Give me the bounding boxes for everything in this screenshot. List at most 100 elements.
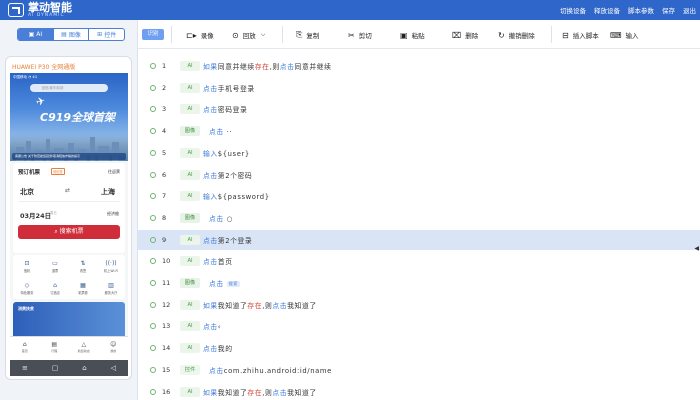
script-row[interactable]: 2 AI 点击手机号登录 bbox=[138, 78, 700, 98]
script-row[interactable]: 10 AI 点击首页 bbox=[138, 251, 700, 271]
grid-item-change[interactable]: ⇅ 改签 bbox=[69, 255, 97, 277]
row-status-icon[interactable] bbox=[150, 258, 156, 265]
app-hero-banner[interactable]: 中国移动 ◔ 4G 航班/城市/机场 ✈ C919全球首架 客服公告 关于防范航… bbox=[10, 73, 128, 161]
device-screen[interactable]: 中国移动 ◔ 4G 航班/城市/机场 ✈ C919全球首架 客服公告 关于防范航… bbox=[10, 73, 128, 356]
grid-item-coupon[interactable]: ▦ 机票券 bbox=[69, 277, 97, 299]
row-command[interactable]: 点击第2个密码 bbox=[203, 170, 252, 180]
insert-script-button[interactable]: ⊟ 插入脚本 bbox=[562, 29, 599, 41]
grid-item-refund[interactable]: ▭ 退票 bbox=[41, 255, 69, 277]
depart-date[interactable]: 03月24日 bbox=[20, 210, 51, 220]
tab-widget[interactable]: ⊞ 控件 bbox=[89, 29, 124, 40]
script-params-link[interactable]: 脚本参数 bbox=[628, 5, 654, 15]
release-device-link[interactable]: 释放设备 bbox=[594, 5, 620, 15]
row-status-icon[interactable] bbox=[150, 345, 156, 352]
cabin-class[interactable]: 经济舱 bbox=[107, 211, 119, 217]
bottom-nav-home[interactable]: ⌂ 首页 bbox=[10, 337, 40, 356]
command-argument: com.zhihu.android:id/name bbox=[223, 366, 332, 375]
row-type-badge: 图像 bbox=[180, 212, 200, 223]
paste-button[interactable]: ▣ 粘贴 bbox=[400, 29, 425, 41]
row-status-icon[interactable] bbox=[150, 106, 156, 113]
image-icon: ▤ bbox=[61, 31, 67, 38]
row-command[interactable]: 点击 ·· bbox=[203, 126, 232, 136]
replay-button[interactable]: ⊙ 回放 ⌵ bbox=[232, 29, 265, 41]
script-row[interactable]: 4 图像 点击 ·· bbox=[138, 121, 700, 141]
tab-ai[interactable]: ▣ AI bbox=[18, 29, 54, 40]
script-row[interactable]: 13 AI 点击‹ bbox=[138, 316, 700, 336]
copy-button[interactable]: ⎘ 复制 bbox=[296, 29, 319, 41]
to-city[interactable]: 上海 bbox=[101, 187, 115, 197]
row-status-icon[interactable] bbox=[150, 84, 156, 91]
row-command[interactable]: 输入${user} bbox=[203, 148, 250, 158]
switch-device-link[interactable]: 切换设备 bbox=[560, 5, 586, 15]
phone-search-bar[interactable]: 航班/城市/机场 bbox=[30, 84, 108, 92]
row-command[interactable]: 如果我知道了存在,则点击我知道了 bbox=[203, 387, 317, 397]
round-trip-option[interactable]: 往返票 bbox=[108, 169, 120, 175]
script-row[interactable]: 5 AI 输入${user} bbox=[138, 143, 700, 163]
booking-badge: 领优惠 bbox=[51, 168, 65, 175]
row-status-icon[interactable] bbox=[150, 301, 156, 308]
row-status-icon[interactable] bbox=[150, 171, 156, 178]
row-status-icon[interactable] bbox=[150, 388, 156, 395]
collapse-caret-icon[interactable]: ◀ bbox=[694, 245, 699, 252]
bottom-nav-flight[interactable]: △ 航班动态 bbox=[69, 337, 99, 356]
save-link[interactable]: 保存 bbox=[662, 5, 675, 15]
exit-link[interactable]: 退出 bbox=[683, 5, 696, 15]
row-command[interactable]: 如果同意并继续存在,则点击同意并继续 bbox=[203, 61, 332, 71]
row-status-icon[interactable] bbox=[150, 323, 156, 330]
from-city[interactable]: 北京 bbox=[20, 187, 34, 197]
row-command[interactable]: 如果我知道了存在,则点击我知道了 bbox=[203, 300, 317, 310]
row-command[interactable]: 点击手机号登录 bbox=[203, 83, 255, 93]
cut-button[interactable]: ✂ 剪切 bbox=[348, 29, 372, 41]
row-command[interactable]: 点击我的 bbox=[203, 343, 233, 353]
script-row[interactable]: 9 AI 点击第2个登录 bbox=[138, 229, 700, 250]
command-argument: 手机号登录 bbox=[217, 84, 255, 93]
record-video-button[interactable]: ⊏▸ 录像 bbox=[186, 29, 214, 41]
row-command[interactable]: 点击‹ bbox=[203, 321, 221, 331]
row-status-icon[interactable] bbox=[150, 128, 156, 135]
row-status-icon[interactable] bbox=[150, 63, 156, 69]
row-command[interactable]: 输入${password} bbox=[203, 191, 270, 201]
script-row[interactable]: 11 图像 点击 搜索 bbox=[138, 273, 700, 293]
back-icon[interactable]: ◁ bbox=[111, 364, 116, 372]
script-row[interactable]: 14 AI 点击我的 bbox=[138, 338, 700, 358]
row-command[interactable]: 点击 ○ bbox=[203, 213, 233, 223]
row-status-icon[interactable] bbox=[150, 366, 156, 373]
script-row[interactable]: 7 AI 输入${password} bbox=[138, 186, 700, 206]
undo-delete-button[interactable]: ↻ 撤销删除 bbox=[498, 29, 535, 41]
row-command[interactable]: 点击第2个登录 bbox=[203, 235, 252, 245]
search-flights-button[interactable]: ⌕ 搜索机票 bbox=[18, 225, 120, 239]
row-status-icon[interactable] bbox=[150, 280, 156, 286]
script-row[interactable]: 1 AI 如果同意并继续存在,则点击同意并继续 bbox=[138, 56, 700, 76]
row-command[interactable]: 点击com.zhihu.android:id/name bbox=[203, 365, 332, 375]
recent-apps-icon[interactable]: ▢ bbox=[52, 364, 59, 372]
home-button-icon[interactable]: ⌂ bbox=[82, 364, 86, 372]
row-status-icon[interactable] bbox=[150, 236, 156, 243]
notice-bar[interactable]: 客服公告 关于防范航班延误/取消短信诈骗的提示 bbox=[12, 153, 126, 160]
script-row[interactable]: 3 AI 点击密码登录 bbox=[138, 99, 700, 119]
script-row[interactable]: 8 图像 点击 ○ bbox=[138, 208, 700, 228]
script-row[interactable]: 16 AI 如果我知道了存在,则点击我知道了 bbox=[138, 382, 700, 400]
row-status-icon[interactable] bbox=[150, 214, 156, 221]
menu-icon[interactable]: ≡ bbox=[22, 364, 28, 372]
input-button[interactable]: ⌨ 输入 bbox=[610, 29, 639, 41]
row-status-icon[interactable] bbox=[150, 149, 156, 156]
delete-button[interactable]: ⌧ 删除 bbox=[452, 29, 478, 41]
row-command[interactable]: 点击密码登录 bbox=[203, 104, 247, 114]
grid-item-hall[interactable]: ▥ 服务大厅 bbox=[97, 277, 125, 299]
script-row[interactable]: 6 AI 点击第2个密码 bbox=[138, 165, 700, 185]
swap-icon[interactable]: ⇄ bbox=[65, 187, 70, 194]
bottom-nav-trip[interactable]: ▤ 行程 bbox=[40, 337, 70, 356]
grid-item-service[interactable]: ◇ 特色服务 bbox=[13, 277, 41, 299]
script-row[interactable]: 12 AI 如果我知道了存在,则点击我知道了 bbox=[138, 295, 700, 315]
script-row[interactable]: 15 控件 点击com.zhihu.android:id/name bbox=[138, 360, 700, 380]
recognize-toggle[interactable]: 识别 bbox=[142, 29, 164, 40]
grid-item-hotel[interactable]: ⌂ 订酒店 bbox=[41, 277, 69, 299]
row-command[interactable]: 点击首页 bbox=[203, 256, 233, 266]
grid-item-wifi[interactable]: ((·)) 机上Wi-Fi bbox=[97, 255, 125, 277]
row-status-icon[interactable] bbox=[150, 193, 156, 200]
command-argument: 首页 bbox=[217, 258, 233, 267]
tab-image[interactable]: ▤ 图像 bbox=[54, 29, 90, 40]
row-command[interactable]: 点击 搜索 bbox=[203, 278, 240, 288]
grid-item-checkin[interactable]: ⊡ 值机 bbox=[13, 255, 41, 277]
bottom-nav-profile[interactable]: ☺ 我的 bbox=[99, 337, 129, 356]
